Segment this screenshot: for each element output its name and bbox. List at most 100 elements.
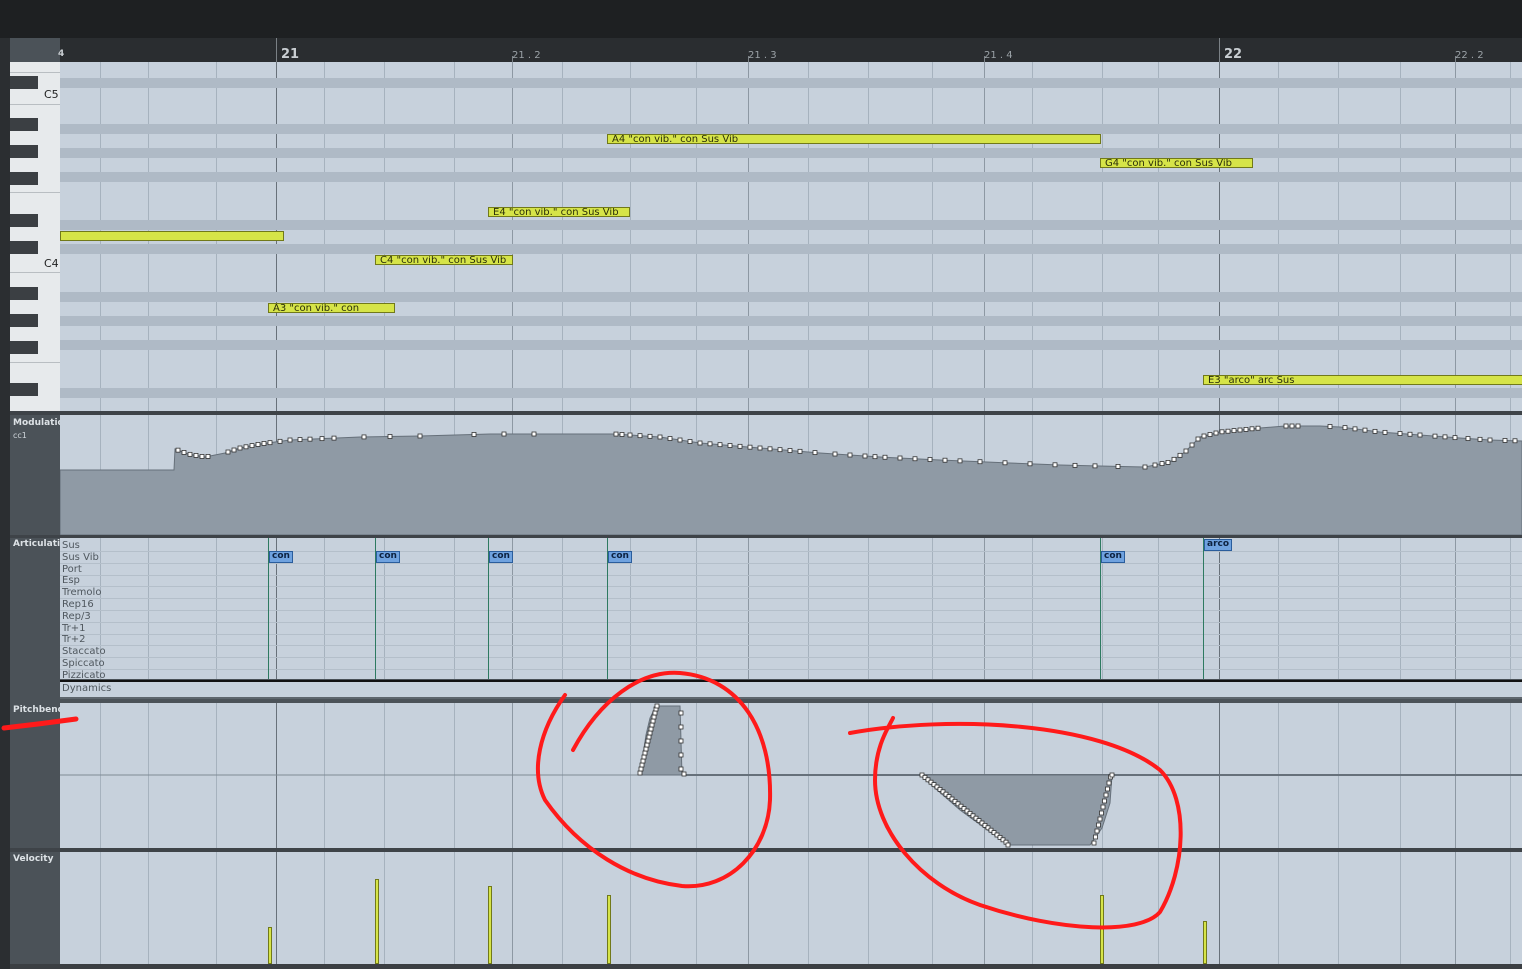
- automation-point[interactable]: [667, 436, 673, 441]
- modulation-curve[interactable]: [60, 415, 1522, 535]
- automation-point[interactable]: [1442, 434, 1448, 440]
- automation-point[interactable]: [637, 433, 643, 439]
- automation-point[interactable]: [1177, 452, 1183, 458]
- automation-point[interactable]: [181, 450, 187, 455]
- timeline-ruler[interactable]: 4 21 21 . 2 21 . 3 21 . 4 22 22 . 2: [58, 38, 1522, 62]
- automation-point[interactable]: [647, 433, 653, 439]
- pitchbend-point[interactable]: [1096, 822, 1101, 828]
- midi-note[interactable]: C4 "con vib." con Sus Vib: [375, 255, 513, 265]
- automation-point[interactable]: [187, 451, 193, 457]
- automation-point[interactable]: [737, 443, 743, 449]
- automation-point[interactable]: [1225, 428, 1231, 434]
- automation-point[interactable]: [1027, 461, 1033, 467]
- pitchbend-point[interactable]: [1103, 792, 1109, 798]
- pitchbend-point[interactable]: [678, 752, 684, 758]
- automation-point[interactable]: [243, 444, 249, 450]
- automation-point[interactable]: [862, 453, 868, 459]
- articulation-lane-header[interactable]: Articulatio: [10, 538, 66, 679]
- pitchbend-point[interactable]: [651, 714, 657, 720]
- automation-point[interactable]: [1382, 429, 1388, 435]
- pitchbend-point[interactable]: [640, 758, 646, 764]
- pitchbend-lane-header[interactable]: Pitchbend: [10, 703, 64, 848]
- automation-point[interactable]: [1207, 432, 1213, 437]
- automation-point[interactable]: [1397, 431, 1403, 436]
- automation-point[interactable]: [1243, 426, 1249, 432]
- pitchbend-point[interactable]: [1100, 804, 1106, 810]
- pitchbend-point[interactable]: [648, 726, 654, 732]
- automation-point[interactable]: [912, 456, 918, 462]
- automation-point[interactable]: [361, 434, 367, 440]
- pitchbend-point[interactable]: [1099, 810, 1104, 816]
- automation-point[interactable]: [1407, 431, 1413, 437]
- automation-point[interactable]: [1352, 426, 1358, 432]
- automation-point[interactable]: [225, 449, 231, 455]
- automation-point[interactable]: [1283, 423, 1289, 429]
- black-key[interactable]: [10, 118, 38, 131]
- automation-point[interactable]: [193, 453, 199, 458]
- piano-keyboard[interactable]: C5 C4: [10, 62, 60, 411]
- pitchbend-point[interactable]: [649, 722, 655, 728]
- pitchbend-point[interactable]: [646, 734, 652, 740]
- automation-point[interactable]: [627, 432, 633, 438]
- automation-point[interactable]: [1362, 427, 1368, 433]
- articulation-event[interactable]: con: [269, 550, 293, 563]
- automation-point[interactable]: [847, 452, 853, 458]
- modulation-lane-header[interactable]: Modulatio cc1: [10, 415, 64, 535]
- automation-point[interactable]: [1237, 427, 1243, 433]
- automation-point[interactable]: [613, 431, 619, 437]
- automation-point[interactable]: [897, 455, 903, 461]
- velocity-bar[interactable]: [375, 879, 379, 964]
- automation-point[interactable]: [1502, 438, 1508, 443]
- velocity-bar[interactable]: [607, 895, 611, 964]
- pitchbend-curve[interactable]: [60, 703, 1522, 848]
- automation-point[interactable]: [727, 443, 733, 448]
- black-key[interactable]: [10, 383, 38, 396]
- pitchbend-point[interactable]: [678, 766, 684, 772]
- automation-point[interactable]: [1255, 425, 1261, 431]
- velocity-lane[interactable]: [60, 852, 1522, 964]
- automation-point[interactable]: [619, 432, 625, 437]
- black-key[interactable]: [10, 287, 38, 300]
- automation-point[interactable]: [1052, 462, 1058, 468]
- black-key[interactable]: [10, 76, 38, 89]
- automation-point[interactable]: [942, 457, 948, 463]
- automation-point[interactable]: [1201, 433, 1207, 439]
- pitchbend-point[interactable]: [639, 762, 645, 768]
- bottom-scrollbar[interactable]: [10, 964, 1522, 969]
- pitchbend-point[interactable]: [678, 724, 684, 730]
- automation-point[interactable]: [1289, 423, 1295, 429]
- automation-point[interactable]: [231, 447, 237, 453]
- black-key[interactable]: [10, 314, 38, 327]
- automation-point[interactable]: [1213, 430, 1219, 436]
- automation-point[interactable]: [1342, 425, 1348, 431]
- automation-point[interactable]: [777, 447, 783, 453]
- pitchbend-point[interactable]: [637, 770, 643, 776]
- midi-note[interactable]: E3 "arco" arc Sus: [1203, 375, 1522, 385]
- automation-point[interactable]: [1327, 424, 1333, 429]
- automation-point[interactable]: [1465, 436, 1471, 441]
- automation-point[interactable]: [677, 437, 683, 443]
- automation-point[interactable]: [287, 437, 293, 443]
- black-key[interactable]: [10, 241, 38, 254]
- automation-point[interactable]: [1165, 460, 1171, 465]
- automation-point[interactable]: [277, 438, 283, 444]
- automation-point[interactable]: [927, 457, 933, 462]
- black-key[interactable]: [10, 341, 38, 354]
- automation-point[interactable]: [977, 459, 983, 465]
- automation-point[interactable]: [1189, 442, 1195, 448]
- automation-point[interactable]: [255, 441, 261, 447]
- automation-point[interactable]: [697, 440, 703, 446]
- automation-point[interactable]: [417, 433, 423, 439]
- pitchbend-point[interactable]: [642, 750, 648, 756]
- automation-point[interactable]: [1432, 433, 1438, 439]
- articulation-lane[interactable]: Sus Sus Vib Port Esp Tremolo Rep16 Rep/3 Tr+1 Tr…: [60, 538, 1522, 679]
- midi-note[interactable]: A3 "con vib." con: [268, 303, 395, 313]
- pitchbend-point[interactable]: [1109, 772, 1115, 778]
- pitchbend-point[interactable]: [638, 766, 644, 772]
- pitchbend-lane[interactable]: [60, 703, 1522, 848]
- automation-point[interactable]: [261, 441, 267, 446]
- automation-point[interactable]: [1183, 448, 1189, 454]
- automation-point[interactable]: [832, 451, 838, 457]
- pitchbend-point[interactable]: [647, 730, 653, 736]
- automation-point[interactable]: [297, 437, 303, 442]
